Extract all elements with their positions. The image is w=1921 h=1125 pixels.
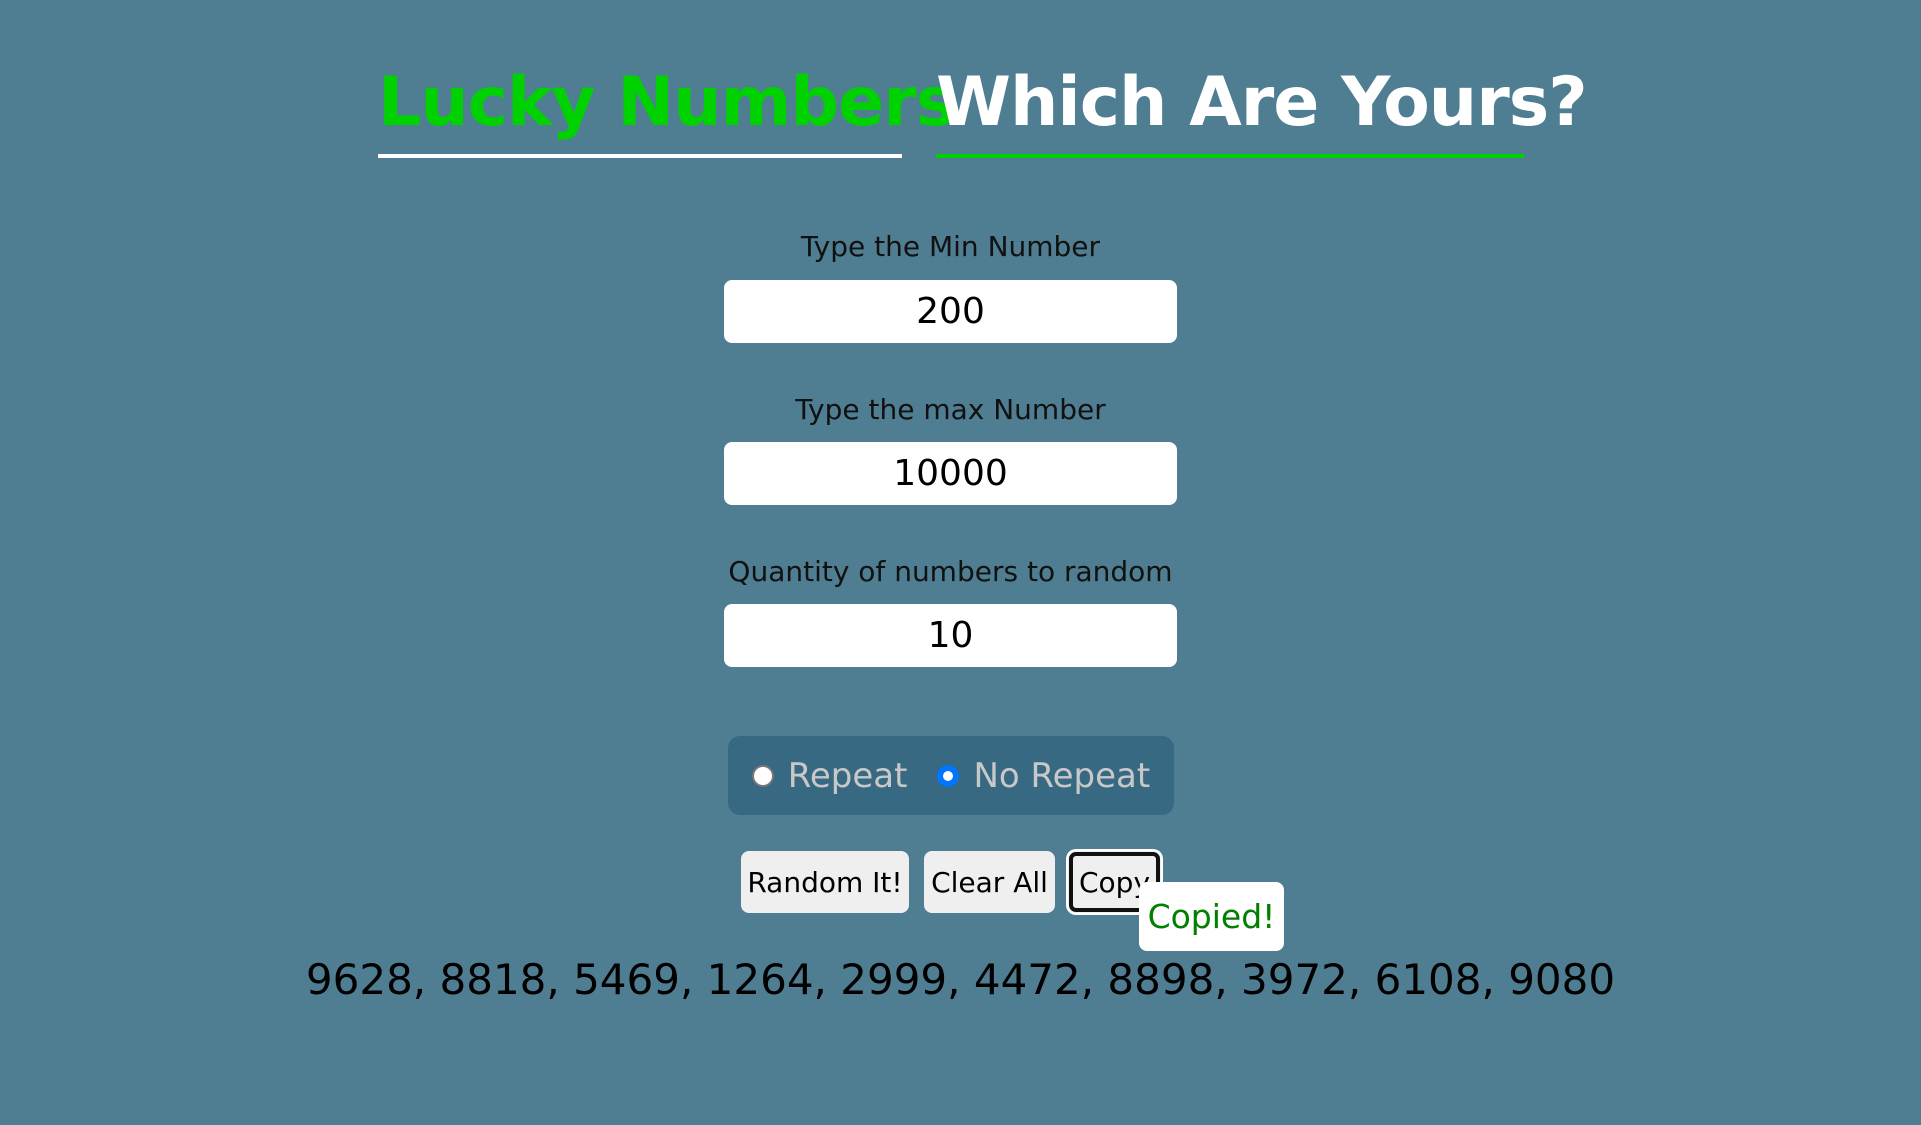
max-label: Type the max Number: [795, 393, 1106, 426]
min-label: Type the Min Number: [800, 230, 1101, 263]
radio-no-repeat-circle[interactable]: [937, 764, 960, 787]
repeat-mode-group: Repeat No Repeat: [728, 736, 1174, 815]
radio-no-repeat[interactable]: No Repeat: [937, 756, 1150, 796]
max-input[interactable]: [724, 442, 1177, 505]
copied-tooltip: Copied!: [1139, 882, 1284, 951]
radio-repeat-label: Repeat: [787, 755, 908, 796]
clear-all-button[interactable]: Clear All: [924, 851, 1055, 913]
radio-repeat[interactable]: Repeat: [751, 755, 908, 796]
radio-no-repeat-label: No Repeat: [973, 755, 1151, 796]
title-lucky-numbers: Lucky Numbers: [378, 58, 956, 158]
random-button[interactable]: Random It!: [741, 851, 909, 913]
quantity-input[interactable]: [724, 604, 1177, 667]
min-input[interactable]: [724, 280, 1177, 343]
radio-repeat-circle[interactable]: [751, 764, 774, 787]
title-which-are-yours: Which Are Yours?: [936, 58, 1588, 158]
result-numbers: 9628, 8818, 5469, 1264, 2999, 4472, 8898…: [305, 955, 1616, 1004]
quantity-label: Quantity of numbers to random: [728, 555, 1173, 588]
